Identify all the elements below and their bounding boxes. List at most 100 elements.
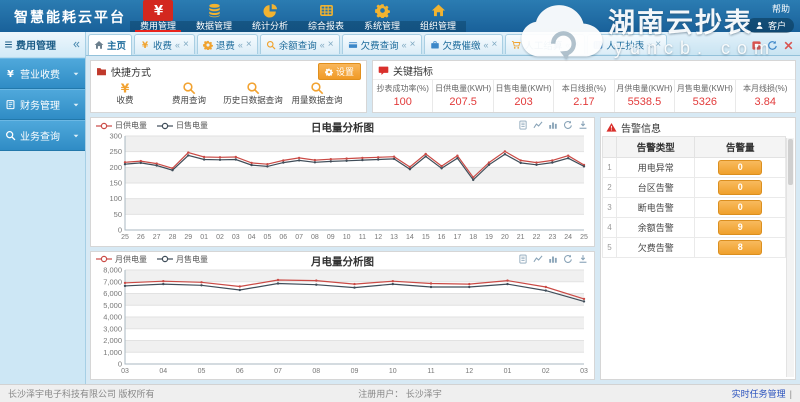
gear-icon: [203, 40, 213, 50]
tab-collapse-icon[interactable]: «: [402, 40, 407, 50]
tab-collapse-icon[interactable]: «: [175, 40, 180, 50]
indicator-value: 5538.5: [615, 96, 674, 108]
sidebar-header[interactable]: 费用管理: [0, 32, 85, 58]
tab-close-icon[interactable]: ×: [573, 40, 579, 49]
nav-item-org[interactable]: 组织管理: [410, 0, 466, 32]
legend-item[interactable]: 日售电量: [157, 120, 208, 131]
content: 快捷方式 设置 ¥收费费用查询历史日数据查询用量数据查询 关键指标: [86, 56, 800, 384]
svg-text:29: 29: [184, 234, 192, 241]
tab-close-icon[interactable]: ×: [183, 40, 189, 49]
tab-manual-reading[interactable]: 人工抄表«×: [587, 34, 667, 54]
doc-icon: [518, 120, 528, 130]
svg-text:02: 02: [216, 234, 224, 241]
tabbar-close-button[interactable]: [783, 40, 794, 51]
tab-close-icon[interactable]: ×: [328, 40, 334, 49]
sidebar-item-business-charge[interactable]: ¥营业收费: [0, 58, 85, 89]
tab-close-icon[interactable]: ×: [655, 40, 661, 49]
svg-text:27: 27: [153, 234, 161, 241]
tab-charge[interactable]: ¥收费«×: [134, 34, 195, 54]
tab-close-icon[interactable]: ×: [410, 40, 416, 49]
sidebar-item-business-query[interactable]: 业务查询: [0, 120, 85, 151]
tab-collapse-icon[interactable]: «: [647, 40, 652, 50]
toolbox-download-button[interactable]: [578, 254, 588, 264]
top-header: 智慧能耗云平台 ¥费用管理数据管理统计分析综合报表系统管理组织管理 帮助 客户 …: [0, 0, 800, 32]
tab-arrears-remind[interactable]: 欠费催缴«×: [424, 34, 504, 54]
tab-collapse-icon[interactable]: «: [320, 40, 325, 50]
tab-home[interactable]: 主页: [88, 34, 132, 55]
chevron-down-icon: [72, 70, 80, 78]
person-icon: [755, 21, 764, 30]
nav-item-stats[interactable]: 统计分析: [242, 0, 298, 32]
tab-collapse-icon[interactable]: «: [238, 40, 243, 50]
toolbox-barchart-button[interactable]: [548, 120, 558, 130]
tab-collapse-icon[interactable]: «: [565, 40, 570, 50]
sidebar-item-label: 营业收费: [20, 66, 68, 81]
tab-collapse-icon[interactable]: «: [484, 40, 489, 50]
shortcut-label: 收费: [116, 95, 133, 105]
svg-text:22: 22: [533, 234, 541, 241]
toolbox-linechart-button[interactable]: [533, 120, 543, 130]
svg-text:¥: ¥: [142, 41, 148, 50]
shortcut-charge[interactable]: ¥收费: [93, 81, 157, 106]
sidebar-item-label: 财务管理: [20, 97, 68, 112]
help-link[interactable]: 帮助: [747, 2, 790, 15]
gear-icon-slot: [325, 68, 333, 76]
registered-user-text: 注册用户： 长沙泽宇: [0, 387, 800, 400]
indicator-cell: 日售电量(KWH)203: [493, 80, 553, 112]
shortcut-history-daily-query[interactable]: 历史日数据查询: [221, 81, 285, 106]
legend-item[interactable]: 月售电量: [157, 254, 208, 265]
alarm-count-badge[interactable]: 9: [718, 220, 762, 235]
sidebar-item-finance[interactable]: 财务管理: [0, 89, 85, 120]
nav-item-system[interactable]: 系统管理: [354, 0, 410, 32]
svg-text:50: 50: [114, 210, 122, 219]
alarm-count-badge[interactable]: 0: [718, 160, 762, 175]
gear-icon: [375, 3, 390, 18]
alarm-count-badge[interactable]: 0: [718, 200, 762, 215]
tabbar-refresh-button[interactable]: [767, 40, 778, 51]
warning-icon: [606, 122, 617, 133]
indicator-label: 日供电量(KWH): [433, 83, 492, 94]
collapse-left-icon: [72, 40, 81, 49]
user-menu[interactable]: 客户: [747, 18, 794, 33]
alarm-count-badge[interactable]: 0: [718, 180, 762, 195]
toolbox-barchart-button[interactable]: [548, 254, 558, 264]
tabbar-stop-button[interactable]: [751, 40, 762, 51]
shortcut-usage-query[interactable]: 用量数据查询: [285, 81, 349, 106]
svg-text:2,000: 2,000: [103, 336, 122, 345]
chart-canvas: 01,0002,0003,0004,0005,0006,0007,0008,00…: [91, 267, 592, 377]
nav-item-fee[interactable]: ¥费用管理: [130, 0, 186, 32]
alarm-scrollbar-thumb[interactable]: [788, 139, 793, 185]
tab-manual-settle[interactable]: 人工结算«×: [505, 34, 585, 54]
table-icon: [319, 3, 334, 18]
indicator-label: 本月线损(%): [736, 83, 795, 94]
indicator-label: 月售电量(KWH): [675, 83, 734, 94]
svg-text:4,000: 4,000: [103, 312, 122, 321]
svg-text:6,000: 6,000: [103, 289, 122, 298]
toolbox-restore-button[interactable]: [563, 254, 573, 264]
tab-balance-query[interactable]: 余额查询«×: [260, 34, 340, 54]
alarm-count-badge[interactable]: 8: [718, 240, 762, 255]
tab-close-icon[interactable]: ×: [246, 40, 252, 49]
tab-refund[interactable]: 退费«×: [197, 34, 258, 54]
chevron-down-icon: [72, 101, 80, 109]
nav-item-data[interactable]: 数据管理: [186, 0, 242, 32]
toolbox-doc-button[interactable]: [518, 120, 528, 130]
comment-icon-slot: [378, 65, 389, 76]
tab-close-icon[interactable]: ×: [492, 40, 498, 49]
svg-text:06: 06: [279, 234, 287, 241]
toolbox-linechart-button[interactable]: [533, 254, 543, 264]
toolbox-doc-button[interactable]: [518, 254, 528, 264]
indicator-cells: 抄表成功率(%)100日供电量(KWH)207.5日售电量(KWH)203本日线…: [373, 79, 795, 112]
settings-button[interactable]: 设置: [318, 63, 361, 80]
tab-arrears-query[interactable]: 欠费查询«×: [342, 34, 422, 54]
legend-item[interactable]: 月供电量: [96, 254, 147, 265]
toolbox-download-button[interactable]: [578, 120, 588, 130]
nav-item-report[interactable]: 综合报表: [298, 0, 354, 32]
shortcut-fee-query[interactable]: 费用查询: [157, 81, 221, 106]
toolbox-restore-button[interactable]: [563, 120, 573, 130]
footer-link[interactable]: 实时任务管理: [732, 387, 786, 400]
linechart-icon: [533, 120, 543, 130]
legend-item[interactable]: 日供电量: [96, 120, 147, 131]
svg-text:15: 15: [422, 234, 430, 241]
indicator-cell: 月供电量(KWH)5538.5: [614, 80, 674, 112]
